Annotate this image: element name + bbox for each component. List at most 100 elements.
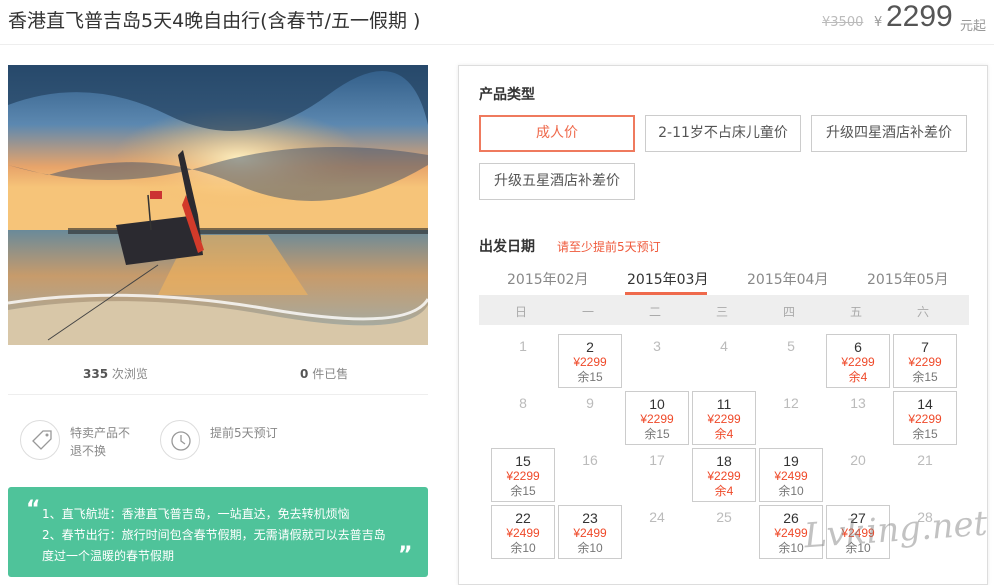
product-title: 香港直飞普吉岛5天4晚自由行(含春节/五一假期 ) bbox=[8, 10, 421, 32]
calendar-day: 3 bbox=[625, 334, 689, 388]
day-price: ¥2299 bbox=[707, 412, 741, 426]
calendar-day-available[interactable]: 18 ¥2299 余4 bbox=[692, 448, 756, 502]
calendar-day-available[interactable]: 14 ¥2299 余15 bbox=[893, 391, 957, 445]
day-number: 3 bbox=[653, 338, 661, 354]
day-price: ¥2299 bbox=[640, 412, 674, 426]
calendar-day: 1 bbox=[491, 334, 555, 388]
calendar-day: 9 bbox=[558, 391, 622, 445]
calendar-day-available[interactable]: 23 ¥2499 余10 bbox=[558, 505, 622, 559]
sunset-boat-image bbox=[8, 65, 428, 345]
day-number: 25 bbox=[716, 509, 732, 525]
calendar-day-available[interactable]: 15 ¥2299 余15 bbox=[491, 448, 555, 502]
product-stats: 335 次浏览 0 件已售 bbox=[8, 345, 428, 395]
calendar-day: 17 bbox=[625, 448, 689, 502]
highlight-line: 1、直飞航班：香港直飞普吉岛，一站直达，免去转机烦恼 bbox=[42, 507, 350, 521]
day-remaining: 余10 bbox=[778, 484, 804, 498]
day-remaining: 余4 bbox=[714, 484, 734, 498]
type-adult-button[interactable]: 成人价 bbox=[479, 115, 635, 152]
views-count: 335 bbox=[83, 367, 109, 381]
highlight-line: 2、春节出行：旅行时间包含春节假期，无需请假就可以去普吉岛 bbox=[42, 528, 386, 542]
month-tab-feb[interactable]: 2015年02月 bbox=[507, 269, 588, 289]
day-remaining: 余15 bbox=[912, 427, 938, 441]
calendar-day: 20 bbox=[826, 448, 890, 502]
day-number: 11 bbox=[716, 396, 732, 412]
day-number: 12 bbox=[783, 395, 799, 411]
day-number: 4 bbox=[720, 338, 728, 354]
month-tab-mar[interactable]: 2015年03月 bbox=[627, 269, 708, 289]
calendar-day: 4 bbox=[692, 334, 756, 388]
calendar-day: 25 bbox=[692, 505, 756, 559]
product-type-title: 产品类型 bbox=[479, 87, 535, 103]
clock-icon bbox=[160, 420, 200, 460]
current-price: 2299 bbox=[886, 0, 953, 33]
day-number: 5 bbox=[787, 338, 795, 354]
day-number: 16 bbox=[582, 452, 598, 468]
original-price: ¥3500 bbox=[822, 15, 864, 30]
day-number: 14 bbox=[917, 396, 933, 412]
day-number: 22 bbox=[515, 510, 531, 526]
day-price: ¥2499 bbox=[573, 526, 607, 540]
weekday-header: 日 一 二 三 四 五 六 bbox=[479, 295, 969, 325]
day-number: 20 bbox=[850, 452, 866, 468]
day-remaining: 余4 bbox=[714, 427, 734, 441]
calendar-day: 21 bbox=[893, 448, 957, 502]
type-five-star-button[interactable]: 升级五星酒店补差价 bbox=[479, 163, 635, 200]
day-number: 19 bbox=[783, 453, 799, 469]
weekday-label: 四 bbox=[782, 305, 795, 319]
weekday-label: 一 bbox=[581, 305, 594, 319]
day-remaining: 余15 bbox=[577, 370, 603, 384]
day-number: 2 bbox=[586, 339, 594, 355]
calendar-day-available[interactable]: 10 ¥2299 余15 bbox=[625, 391, 689, 445]
month-tab-may[interactable]: 2015年05月 bbox=[867, 269, 948, 289]
advance-notice: 请至少提前5天预订 bbox=[557, 240, 661, 254]
calendar-day: 5 bbox=[759, 334, 823, 388]
type-child-button[interactable]: 2-11岁不占床儿童价 bbox=[645, 115, 801, 152]
calendar-day: 12 bbox=[759, 391, 823, 445]
day-remaining: 余15 bbox=[912, 370, 938, 384]
sold-stat: 0 件已售 bbox=[300, 365, 348, 382]
departure-date-title: 出发日期 bbox=[479, 239, 535, 255]
calendar-day-available[interactable]: 7 ¥2299 余15 bbox=[893, 334, 957, 388]
highlights-box: “ 1、直飞航班：香港直飞普吉岛，一站直达，免去转机烦恼 2、春节出行：旅行时间… bbox=[8, 487, 428, 577]
product-photo bbox=[8, 65, 428, 345]
highlight-line: 度过一个温暖的春节假期 bbox=[42, 549, 175, 563]
day-price: ¥2299 bbox=[573, 355, 607, 369]
day-remaining: 余10 bbox=[577, 541, 603, 555]
weekday-label: 日 bbox=[514, 305, 527, 319]
calendar-day-available[interactable]: 6 ¥2299 余4 bbox=[826, 334, 890, 388]
feature-text: 提前5天预订 bbox=[210, 426, 278, 440]
page-header: 香港直飞普吉岛5天4晚自由行(含春节/五一假期 ) ¥3500 ¥ 2299 元… bbox=[0, 0, 994, 45]
views-stat: 335 次浏览 bbox=[83, 365, 148, 382]
day-price: ¥2499 bbox=[774, 469, 808, 483]
calendar-day: 16 bbox=[558, 448, 622, 502]
day-remaining: 余15 bbox=[644, 427, 670, 441]
calendar-day-available[interactable]: 11 ¥2299 余4 bbox=[692, 391, 756, 445]
day-price: ¥2499 bbox=[506, 526, 540, 540]
day-number: 8 bbox=[519, 395, 527, 411]
day-price: ¥2299 bbox=[908, 412, 942, 426]
day-number: 1 bbox=[519, 338, 527, 354]
day-number: 13 bbox=[850, 395, 866, 411]
day-number: 21 bbox=[917, 452, 933, 468]
weekday-label: 三 bbox=[715, 305, 728, 319]
calendar-day-available[interactable]: 22 ¥2499 余10 bbox=[491, 505, 555, 559]
calendar-day-available[interactable]: 2 ¥2299 余15 bbox=[558, 334, 622, 388]
day-remaining: 余10 bbox=[510, 541, 536, 555]
day-price: ¥2299 bbox=[841, 355, 875, 369]
views-label: 次浏览 bbox=[111, 367, 148, 381]
day-number: 15 bbox=[515, 453, 531, 469]
calendar-day: 13 bbox=[826, 391, 890, 445]
sold-count: 0 bbox=[300, 367, 309, 381]
calendar-day: 24 bbox=[625, 505, 689, 559]
day-number: 24 bbox=[649, 509, 665, 525]
day-remaining: 余15 bbox=[510, 484, 536, 498]
booking-panel: 产品类型 成人价 2-11岁不占床儿童价 升级四星酒店补差价 升级五星酒店补差价… bbox=[458, 65, 988, 585]
calendar-day-available[interactable]: 19 ¥2499 余10 bbox=[759, 448, 823, 502]
day-number: 10 bbox=[649, 396, 665, 412]
weekday-label: 六 bbox=[916, 305, 929, 319]
close-quote-icon: ” bbox=[398, 543, 413, 568]
month-tab-apr[interactable]: 2015年04月 bbox=[747, 269, 828, 289]
type-four-star-button[interactable]: 升级四星酒店补差价 bbox=[811, 115, 967, 152]
tag-icon bbox=[20, 420, 60, 460]
day-price: ¥2299 bbox=[707, 469, 741, 483]
